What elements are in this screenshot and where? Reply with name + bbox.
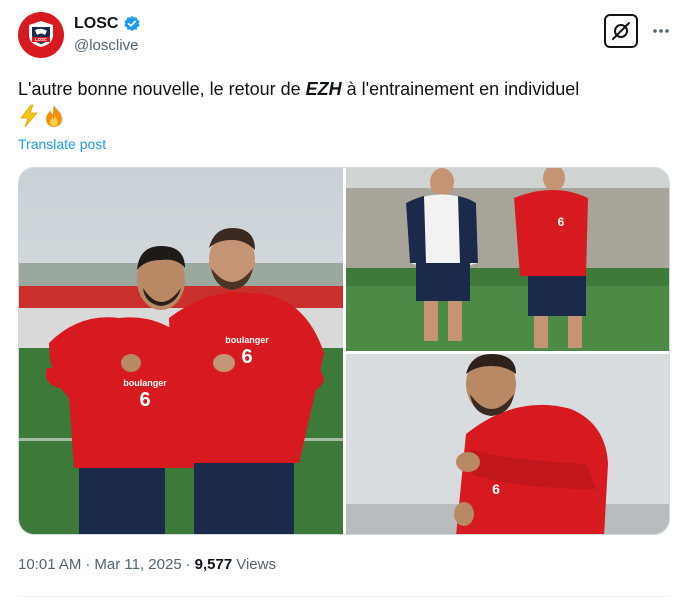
divider [18,596,670,597]
tweet-text-emphasis: EZH [305,79,342,99]
more-button[interactable] [648,18,674,44]
shirt-number-runner: 6 [558,215,565,229]
photo-player-closeup[interactable]: 6 [346,354,669,534]
translate-post-link[interactable]: Translate post [18,136,106,152]
lightning-emoji-icon [20,104,38,128]
handle[interactable]: @losclive [74,37,141,54]
meta-separator-2: · [185,556,191,573]
shirt-number-left: 6 [139,389,150,411]
verified-badge-icon[interactable] [123,15,141,33]
views-count[interactable]: 9,577 [195,556,233,573]
avatar[interactable]: LOSC [18,12,64,58]
tweet-meta: 10:01 AM · Mar 11, 2025 · 9,577 Views [18,556,276,573]
author-names: LOSC @losclive [74,14,141,54]
tweet: LOSC LOSC @losclive L'autre bonne nouvel… [0,0,690,600]
post-date[interactable]: Mar 11, 2025 [94,556,181,573]
grok-icon [612,22,630,40]
media-grid: boulanger 6 boulanger 6 6 6 [18,167,670,535]
tweet-text: L'autre bonne nouvelle, le retour de EZH… [18,76,668,102]
meta-separator: · [85,556,91,573]
tweet-text-before: L'autre bonne nouvelle, le retour de [18,79,306,99]
tweet-header: LOSC LOSC @losclive [18,12,674,60]
sponsor-text-right: boulanger [225,335,269,345]
photo-players-running[interactable]: 6 [346,168,669,351]
tweet-text-after: à l'entrainement en individuel [341,79,580,99]
more-icon [653,29,669,33]
sponsor-text-left: boulanger [123,378,167,388]
grok-button[interactable] [604,14,638,48]
losc-crest-icon: LOSC [29,21,53,47]
shirt-number-right: 6 [241,346,252,368]
shirt-number-closeup: 6 [492,481,500,497]
avatar-text: LOSC [35,37,47,42]
display-name[interactable]: LOSC [74,15,118,33]
fire-emoji-icon [46,105,62,127]
post-time[interactable]: 10:01 AM [18,556,81,573]
photo-two-players[interactable]: boulanger 6 boulanger 6 [19,168,343,534]
views-label: Views [236,556,276,573]
tweet-emojis: ⚡🔥 [18,104,66,128]
